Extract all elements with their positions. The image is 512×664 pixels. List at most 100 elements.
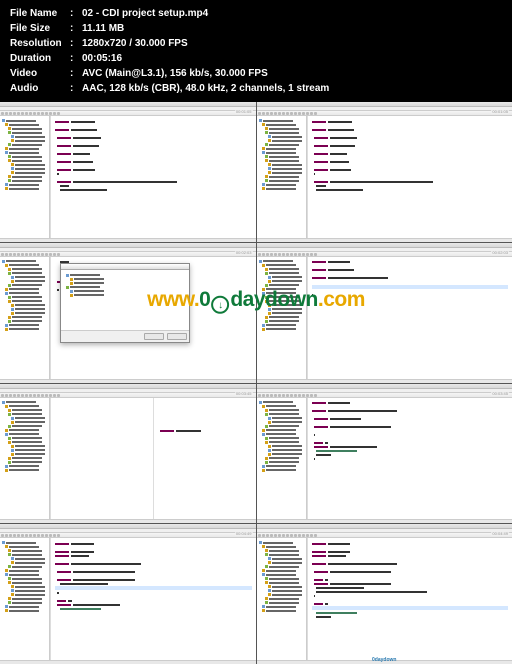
- toolbar-button[interactable]: [9, 112, 12, 115]
- code-editor-left[interactable]: [50, 398, 153, 520]
- tree-item[interactable]: [259, 573, 304, 576]
- tree-item[interactable]: [259, 139, 304, 142]
- tree-item[interactable]: [259, 183, 304, 186]
- toolbar-button[interactable]: [266, 253, 269, 256]
- tree-item[interactable]: [259, 300, 304, 303]
- toolbar-button[interactable]: [258, 534, 261, 537]
- code-editor-right[interactable]: [153, 398, 256, 520]
- class-selector-dialog[interactable]: [60, 263, 190, 343]
- tree-item[interactable]: [259, 597, 304, 600]
- tree-item[interactable]: [2, 324, 47, 327]
- tree-item[interactable]: [2, 284, 47, 287]
- tree-item[interactable]: [259, 264, 304, 267]
- tree-item[interactable]: [2, 453, 47, 456]
- toolbar-button[interactable]: [310, 112, 313, 115]
- toolbar-button[interactable]: [13, 534, 16, 537]
- project-explorer[interactable]: [257, 538, 307, 660]
- tree-item[interactable]: [259, 433, 304, 436]
- tree-item[interactable]: [259, 425, 304, 428]
- ide-thumbnail[interactable]: 00:01:05: [0, 102, 256, 242]
- tree-item[interactable]: [2, 163, 47, 166]
- tree-item[interactable]: [2, 296, 47, 299]
- toolbar-button[interactable]: [294, 534, 297, 537]
- toolbar-button[interactable]: [262, 394, 265, 397]
- tree-item[interactable]: [2, 413, 47, 416]
- code-editor[interactable]: [50, 116, 256, 238]
- toolbar-button[interactable]: [310, 253, 313, 256]
- tree-item[interactable]: [259, 445, 304, 448]
- toolbar-button[interactable]: [57, 253, 60, 256]
- tree-item[interactable]: [64, 274, 186, 277]
- tree-item[interactable]: [2, 300, 47, 303]
- toolbar-button[interactable]: [33, 534, 36, 537]
- tree-item[interactable]: [2, 288, 47, 291]
- toolbar-button[interactable]: [25, 112, 28, 115]
- tree-item[interactable]: [2, 569, 47, 572]
- tree-item[interactable]: [259, 135, 304, 138]
- tree-item[interactable]: [2, 139, 47, 142]
- tree-item[interactable]: [259, 549, 304, 552]
- toolbar-button[interactable]: [306, 112, 309, 115]
- project-explorer[interactable]: [257, 116, 307, 238]
- toolbar-button[interactable]: [262, 112, 265, 115]
- toolbar-button[interactable]: [298, 112, 301, 115]
- tree-item[interactable]: [2, 119, 47, 122]
- tree-item[interactable]: [2, 605, 47, 608]
- tree-item[interactable]: [259, 171, 304, 174]
- toolbar-button[interactable]: [5, 534, 8, 537]
- tree-item[interactable]: [259, 155, 304, 158]
- tree-item[interactable]: [2, 151, 47, 154]
- project-explorer[interactable]: [0, 257, 50, 379]
- ide-thumbnail[interactable]: 00:01:05: [257, 102, 512, 242]
- tree-item[interactable]: [259, 577, 304, 580]
- tree-item[interactable]: [2, 465, 47, 468]
- toolbar-button[interactable]: [314, 112, 317, 115]
- toolbar-button[interactable]: [45, 253, 48, 256]
- toolbar-button[interactable]: [13, 253, 16, 256]
- tree-item[interactable]: [259, 469, 304, 472]
- tree-item[interactable]: [2, 123, 47, 126]
- toolbar-button[interactable]: [41, 394, 44, 397]
- toolbar-button[interactable]: [310, 394, 313, 397]
- tree-item[interactable]: [259, 324, 304, 327]
- tree-item[interactable]: [259, 268, 304, 271]
- toolbar-button[interactable]: [290, 253, 293, 256]
- tree-item[interactable]: [2, 292, 47, 295]
- toolbar-button[interactable]: [13, 394, 16, 397]
- tree-item[interactable]: [259, 609, 304, 612]
- toolbar-button[interactable]: [57, 394, 60, 397]
- tree-item[interactable]: [259, 565, 304, 568]
- tree-item[interactable]: [259, 147, 304, 150]
- tree-item[interactable]: [2, 127, 47, 130]
- toolbar-button[interactable]: [258, 394, 261, 397]
- tree-item[interactable]: [2, 260, 47, 263]
- toolbar-button[interactable]: [282, 394, 285, 397]
- toolbar-button[interactable]: [49, 112, 52, 115]
- tree-item[interactable]: [259, 593, 304, 596]
- tree-item[interactable]: [259, 449, 304, 452]
- toolbar-button[interactable]: [45, 534, 48, 537]
- toolbar-button[interactable]: [274, 394, 277, 397]
- tree-item[interactable]: [2, 457, 47, 460]
- tree-item[interactable]: [259, 437, 304, 440]
- project-explorer[interactable]: [0, 538, 50, 660]
- toolbar-button[interactable]: [286, 253, 289, 256]
- toolbar-button[interactable]: [302, 253, 305, 256]
- tree-item[interactable]: [2, 417, 47, 420]
- tree-item[interactable]: [2, 549, 47, 552]
- tree-item[interactable]: [2, 469, 47, 472]
- tree-item[interactable]: [259, 304, 304, 307]
- tree-item[interactable]: [259, 585, 304, 588]
- toolbar-button[interactable]: [5, 394, 8, 397]
- toolbar-button[interactable]: [310, 534, 313, 537]
- toolbar-button[interactable]: [45, 394, 48, 397]
- tree-item[interactable]: [2, 421, 47, 424]
- toolbar-button[interactable]: [294, 253, 297, 256]
- toolbar-button[interactable]: [274, 534, 277, 537]
- tree-item[interactable]: [64, 282, 186, 285]
- tree-item[interactable]: [2, 405, 47, 408]
- tree-item[interactable]: [2, 312, 47, 315]
- tree-item[interactable]: [2, 147, 47, 150]
- tree-item[interactable]: [259, 308, 304, 311]
- toolbar-button[interactable]: [13, 112, 16, 115]
